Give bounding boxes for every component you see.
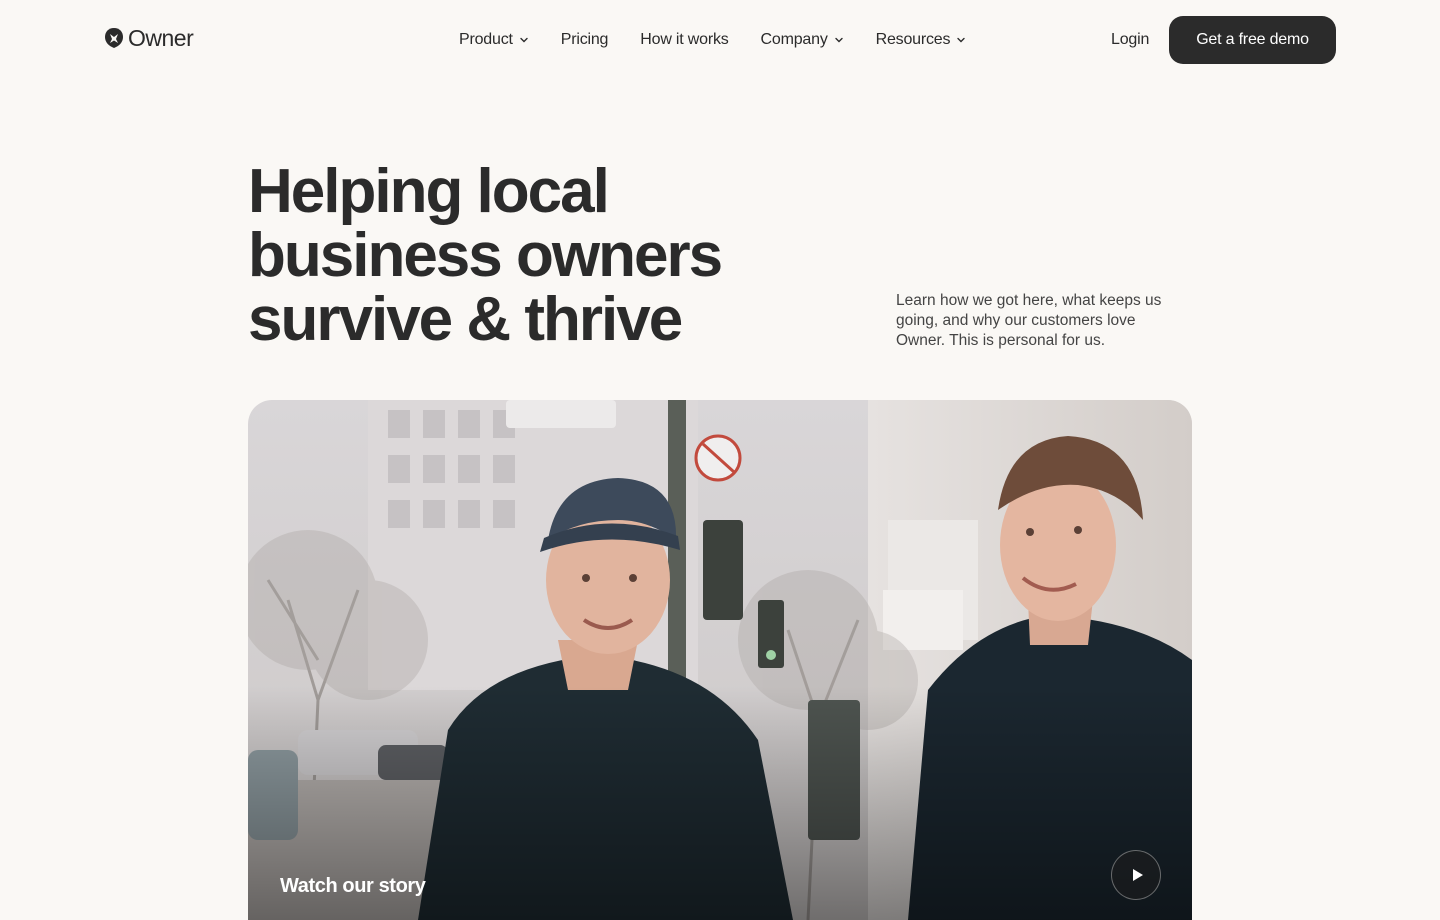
founders-photo	[248, 400, 1192, 920]
chevron-down-icon	[834, 37, 843, 43]
owner-logo-icon	[105, 28, 123, 48]
main-nav: Product Pricing How it works Company Res…	[459, 28, 966, 52]
nav-item-label: Resources	[875, 31, 951, 48]
play-icon	[1132, 869, 1143, 881]
nav-item-pricing[interactable]: Pricing	[561, 31, 609, 49]
nav-item-company[interactable]: Company	[761, 31, 844, 49]
hero-subtitle: Learn how we got here, what keeps us goi…	[896, 292, 1162, 349]
nav-item-resources[interactable]: Resources	[876, 31, 967, 49]
nav-item-product[interactable]: Product	[459, 31, 529, 49]
story-video[interactable]: Watch our story	[248, 400, 1192, 920]
hero-title-line: Helping local	[248, 157, 610, 226]
brand-name: Owner	[128, 24, 194, 51]
watch-story-label: Watch our story	[280, 875, 426, 897]
chevron-down-icon	[957, 37, 966, 43]
nav-item-label: Company	[760, 31, 828, 48]
nav-item-how-it-works[interactable]: How it works	[640, 31, 728, 49]
hero-title-line: survive & thrive	[248, 285, 683, 354]
hero-title-line: business owners	[248, 221, 723, 290]
login-link[interactable]: Login	[1111, 28, 1149, 52]
chevron-down-icon	[520, 37, 528, 43]
hero-title: Helping local business owners survive & …	[248, 160, 808, 352]
site-header: Owner Product Pricing How it works Compa…	[0, 0, 1440, 80]
play-button[interactable]	[1111, 850, 1161, 900]
get-demo-button[interactable]: Get a free demo	[1169, 16, 1336, 64]
nav-item-label: How it works	[640, 31, 729, 48]
owner-logo[interactable]: Owner	[104, 24, 194, 51]
nav-item-label: Pricing	[560, 31, 609, 48]
nav-item-label: Product	[459, 31, 513, 48]
